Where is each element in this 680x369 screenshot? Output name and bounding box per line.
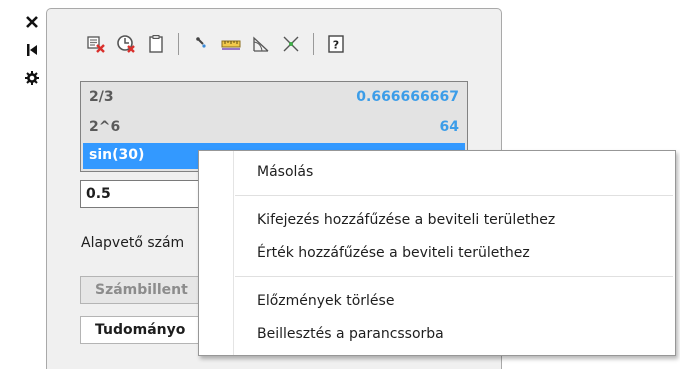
toolbar-separator [178, 33, 179, 55]
settings-icon[interactable] [24, 70, 40, 86]
paste-icon[interactable] [144, 32, 168, 56]
history-row[interactable]: 2/3 0.666666667 [83, 85, 465, 111]
menu-item-clear-history[interactable]: Előzmények törlése [257, 293, 394, 309]
measure-distance-icon[interactable] [219, 32, 243, 56]
history-expression: 2^6 [89, 119, 121, 135]
menu-item-append-expression[interactable]: Kifejezés hozzáfűzése a beviteli terület… [257, 212, 555, 228]
palette-title-strip [0, 0, 44, 360]
history-expression: 2/3 [89, 89, 114, 105]
context-menu: Másolás Kifejezés hozzáfűzése a beviteli… [198, 150, 676, 356]
history-value: 64 [439, 119, 459, 135]
context-menu-gutter [199, 151, 234, 355]
menu-separator [235, 195, 673, 196]
menu-separator [235, 276, 673, 277]
toolbar-separator [313, 33, 314, 55]
clear-variable-icon[interactable] [114, 32, 138, 56]
menu-item-append-value[interactable]: Érték hozzáfűzése a beviteli területhez [257, 245, 530, 261]
help-label: ? [333, 39, 339, 52]
clear-history-icon[interactable] [84, 32, 108, 56]
measure-angle-icon[interactable] [249, 32, 273, 56]
close-icon[interactable] [24, 14, 40, 30]
history-row[interactable]: 2^6 64 [83, 115, 465, 141]
pin-icon[interactable] [24, 42, 40, 58]
history-expression: sin(30) [89, 147, 145, 163]
intersection-icon[interactable] [279, 32, 303, 56]
mode-label: Alapvető szám [81, 235, 185, 251]
menu-item-paste-to-command-line[interactable]: Beillesztés a parancssorba [257, 326, 444, 342]
help-icon[interactable]: ? [324, 32, 348, 56]
toolbar: ? [84, 30, 354, 58]
history-value: 0.666666667 [356, 89, 459, 105]
get-coordinates-icon[interactable] [189, 32, 213, 56]
menu-item-copy[interactable]: Másolás [257, 164, 313, 180]
